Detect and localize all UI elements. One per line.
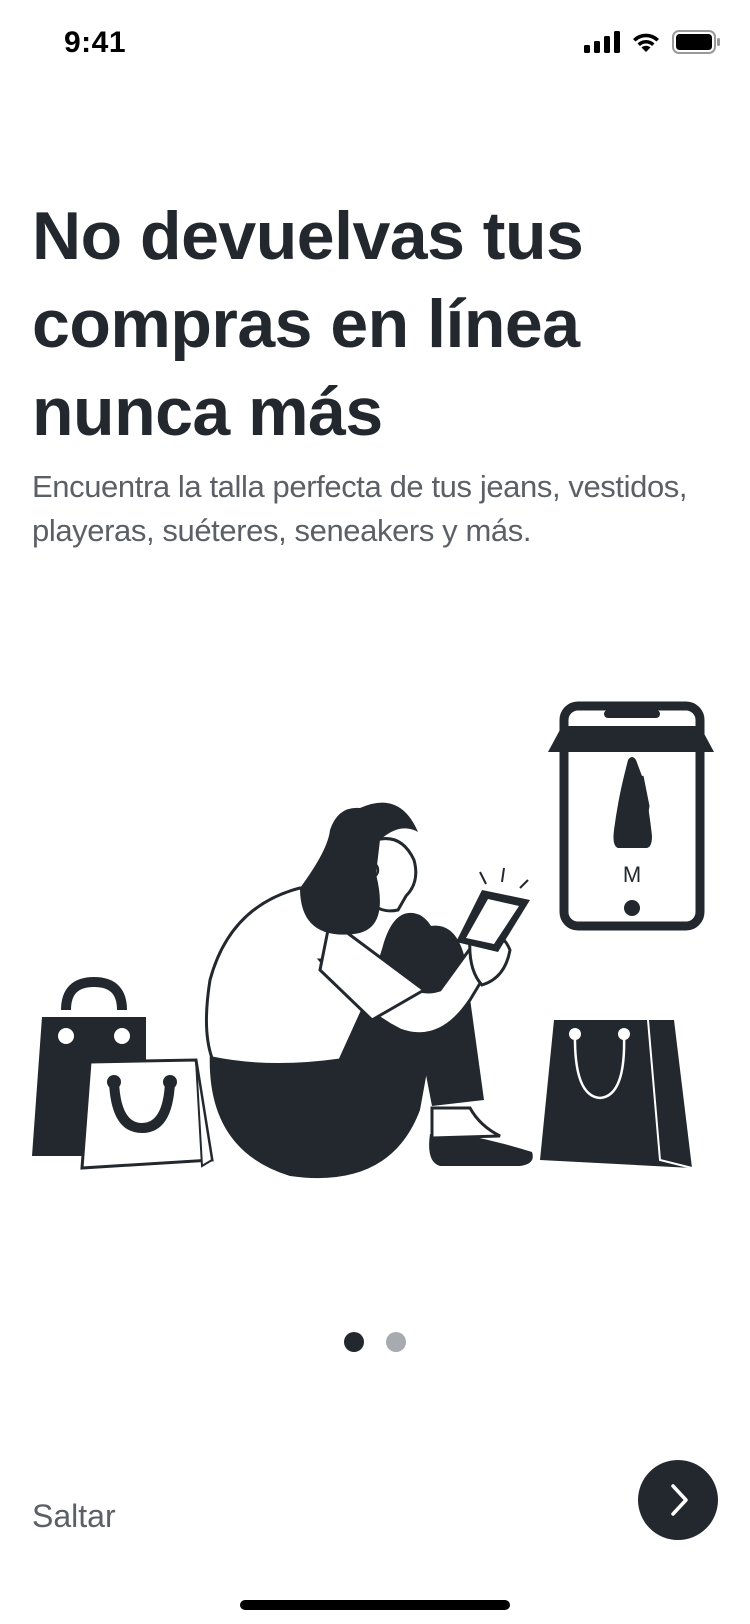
next-button[interactable] [638, 1460, 718, 1540]
page-dot-1[interactable] [344, 1332, 364, 1352]
shopping-bag-icon [80, 1058, 214, 1170]
onboarding-subtitle: Encuentra la talla perfecta de tus jeans… [32, 469, 688, 548]
storefront-phone-icon: M [548, 701, 714, 931]
home-indicator[interactable] [240, 1600, 510, 1610]
skip-button[interactable]: Saltar [32, 1498, 116, 1535]
chevron-right-icon [671, 1484, 688, 1516]
phone-icon [456, 867, 530, 952]
battery-icon [672, 30, 720, 54]
page-dot-2[interactable] [386, 1332, 406, 1352]
person-icon [204, 802, 533, 1179]
wifi-icon [633, 33, 659, 52]
page-indicator [0, 1332, 750, 1352]
onboarding-illustration: M [32, 701, 714, 1179]
cellular-signal-icon [584, 31, 620, 53]
onboarding-title: No devuelvas tus compras en línea nunca … [32, 198, 584, 450]
status-time: 9:41 [64, 26, 127, 59]
size-label: M [623, 862, 641, 887]
status-icons [584, 30, 720, 54]
shopping-bag-icon [540, 1019, 693, 1169]
status-bar: 9:41 [0, 0, 750, 92]
